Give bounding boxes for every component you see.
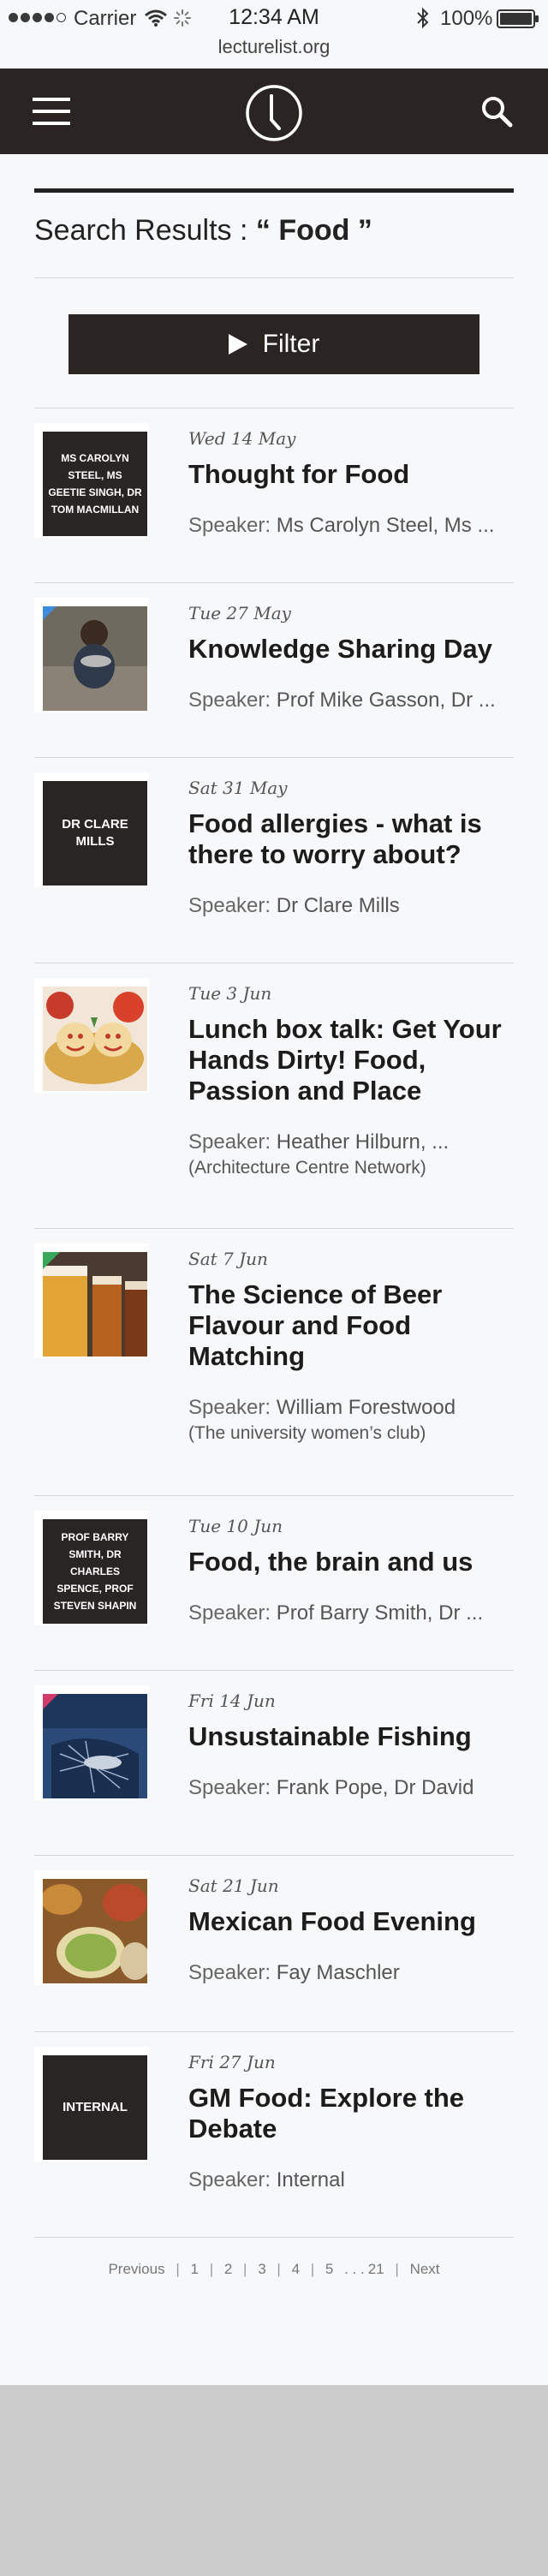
event-speaker: Speaker: William Forestwood [188, 1396, 456, 1419]
divider [34, 277, 514, 278]
pagination-page-last[interactable]: 21 [368, 2261, 384, 2277]
event-thumbnail[interactable] [34, 598, 149, 713]
pagination-separator: | [243, 2261, 247, 2277]
event-title[interactable]: Food allergies - what is there to worry … [188, 808, 514, 870]
event-thumbnail[interactable] [34, 1685, 149, 1800]
event-thumbnail[interactable]: DR CLARE MILLS [34, 772, 149, 887]
divider [34, 2237, 514, 2238]
event-date: Sat 31 May [188, 778, 288, 798]
search-icon[interactable] [480, 94, 514, 128]
event-title[interactable]: GM Food: Explore the Debate [188, 2083, 514, 2144]
pagination-page-5[interactable]: 5 [325, 2261, 333, 2277]
event-title[interactable]: Lunch box talk: Get Your Hands Dirty! Fo… [188, 1014, 514, 1106]
event-date: Fri 14 Jun [188, 1690, 276, 1711]
event-venue: (Architecture Centre Network) [188, 1158, 426, 1178]
event-thumbnail[interactable] [34, 1870, 149, 1985]
speaker-names-thumbnail: DR CLARE MILLS [43, 781, 147, 886]
event-title[interactable]: Thought for Food [188, 459, 514, 490]
event-title[interactable]: Knowledge Sharing Day [188, 634, 514, 665]
speaker-names-thumbnail: MS CAROLYN STEEL, MS GEETIE SINGH, DR TO… [43, 432, 147, 536]
speaker-names-thumbnail: PROF BARRY SMITH, DR CHARLES SPENCE, PRO… [43, 1519, 147, 1624]
address-bar-url[interactable]: lecturelist.org [0, 36, 548, 58]
internal-thumbnail: INTERNAL [43, 2055, 147, 2160]
filter-button[interactable]: Filter [68, 314, 480, 374]
event-speaker: Speaker: Ms Carolyn Steel, Ms ... [188, 514, 495, 537]
mexican-food-photo [43, 1879, 147, 1983]
search-query: “ Food ” [255, 214, 372, 247]
event-date: Fri 27 Jun [188, 2052, 276, 2072]
event-speaker: Speaker: Prof Barry Smith, Dr ... [188, 1601, 484, 1625]
event-speaker: Speaker: Frank Pope, Dr David [188, 1776, 474, 1799]
event-venue: (The university women’s club) [188, 1423, 426, 1443]
event-thumbnail[interactable] [34, 978, 149, 1093]
event-thumbnail[interactable] [34, 1243, 149, 1358]
event-speaker: Speaker: Heather Hilburn, ... [188, 1130, 450, 1154]
event-title[interactable]: Food, the brain and us [188, 1547, 514, 1577]
pagination-page-3[interactable]: 3 [258, 2261, 265, 2277]
page-title: Search Results : “ Food ” [34, 214, 372, 247]
pagination-separator: | [277, 2261, 281, 2277]
event-speaker: Speaker: Internal [188, 2168, 345, 2191]
event-title[interactable]: The Science of Beer Flavour and Food Mat… [188, 1279, 514, 1372]
lecturelist-logo-icon[interactable] [245, 84, 303, 142]
lunch-box-photo [43, 987, 147, 1091]
event-title[interactable]: Mexican Food Evening [188, 1906, 514, 1937]
divider [34, 188, 514, 193]
pagination-separator: | [310, 2261, 315, 2277]
event-title[interactable]: Unsustainable Fishing [188, 1721, 514, 1752]
fishing-net-photo [43, 1694, 147, 1798]
footer-area [0, 2385, 548, 2576]
pagination-page-1[interactable]: 1 [190, 2261, 198, 2277]
divider [34, 1855, 514, 1856]
divider [34, 2031, 514, 2032]
event-thumbnail[interactable]: MS CAROLYN STEEL, MS GEETIE SINGH, DR TO… [34, 423, 149, 538]
nav-bar [0, 69, 548, 154]
pagination-previous[interactable]: Previous [108, 2261, 164, 2277]
filter-button-label: Filter [262, 330, 320, 358]
bluetooth-icon [417, 7, 429, 29]
divider [34, 1228, 514, 1229]
hamburger-menu-icon[interactable] [33, 92, 70, 130]
divider [34, 1670, 514, 1671]
pagination: Previous | 1 | 2 | 3 | 4 | 5 . . . 21 | N… [0, 2261, 548, 2278]
pagination-next[interactable]: Next [410, 2261, 440, 2277]
divider [34, 757, 514, 758]
event-date: Wed 14 May [188, 428, 296, 449]
divider [34, 1495, 514, 1496]
battery-icon [497, 9, 539, 28]
pagination-page-2[interactable]: 2 [224, 2261, 232, 2277]
event-date: Sat 21 Jun [188, 1875, 279, 1896]
event-date: Tue 10 Jun [188, 1516, 283, 1536]
event-thumbnail[interactable]: INTERNAL [34, 2047, 149, 2162]
event-speaker: Speaker: Fay Maschler [188, 1961, 400, 1984]
event-date: Tue 27 May [188, 603, 291, 623]
pagination-separator: | [395, 2261, 399, 2277]
pagination-separator: | [209, 2261, 214, 2277]
event-speaker: Speaker: Dr Clare Mills [188, 894, 400, 917]
battery-percentage: 100% [440, 7, 493, 30]
status-bar: Carrier 12:34 AM 100% lecturelist.org [0, 0, 548, 69]
event-date: Sat 7 Jun [188, 1249, 268, 1269]
divider [34, 582, 514, 583]
event-speaker: Speaker: Prof Mike Gasson, Dr ... [188, 689, 496, 712]
pagination-ellipsis: . . . [344, 2261, 365, 2277]
pagination-page-4[interactable]: 4 [292, 2261, 300, 2277]
pagination-separator: | [176, 2261, 180, 2277]
search-title-prefix: Search Results : [34, 214, 256, 247]
event-thumbnail[interactable]: PROF BARRY SMITH, DR CHARLES SPENCE, PRO… [34, 1511, 149, 1625]
event-date: Tue 3 Jun [188, 983, 272, 1004]
beer-glasses-photo [43, 1252, 147, 1357]
play-triangle-icon [228, 334, 247, 355]
child-eating-photo [43, 606, 147, 711]
